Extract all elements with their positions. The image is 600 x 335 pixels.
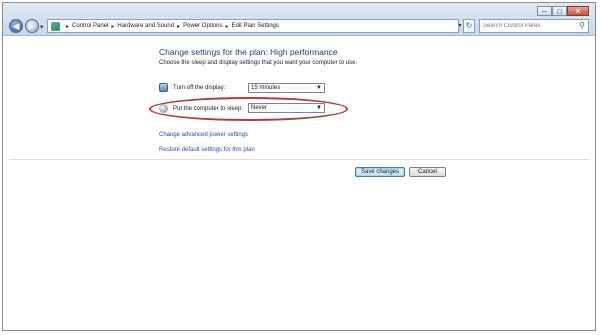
control-panel-icon <box>51 21 60 31</box>
maximize-button[interactable]: □ <box>552 6 567 16</box>
breadcrumb-edit-plan-settings[interactable]: Edit Plan Settings <box>232 23 279 29</box>
recent-pages-dropdown[interactable]: ▾ <box>40 23 44 31</box>
cancel-button[interactable]: Cancel <box>409 167 446 177</box>
breadcrumb-separator: ▸ <box>177 23 181 30</box>
breadcrumb-hardware-and-sound[interactable]: Hardware and Sound <box>117 23 174 29</box>
search-box[interactable]: ⚲ <box>479 19 589 33</box>
back-arrow-icon[interactable]: ◀ <box>9 19 23 33</box>
search-input[interactable] <box>483 21 573 31</box>
advanced-power-settings-link[interactable]: Change advanced power settings <box>159 132 248 138</box>
divider <box>9 159 589 160</box>
monitor-icon <box>159 83 168 92</box>
refresh-icon[interactable]: ↻ <box>463 19 475 33</box>
window-controls: – □ ✕ <box>537 6 589 16</box>
highlight-ellipse <box>149 97 348 121</box>
page-title: Change settings for the plan: High perfo… <box>159 47 338 57</box>
breadcrumb-separator: ▸ <box>66 23 70 30</box>
minimize-button[interactable]: – <box>537 6 552 16</box>
main-content: Change settings for the plan: High perfo… <box>3 36 595 330</box>
forward-arrow-icon[interactable]: ▶ <box>25 19 39 33</box>
chevron-down-icon: ▼ <box>316 85 322 91</box>
save-changes-button[interactable]: Save changes <box>355 167 405 177</box>
address-bar[interactable]: ▸ Control Panel ▸ Hardware and Sound ▸ P… <box>47 19 459 33</box>
display-setting-row: Turn off the display: <box>159 83 225 92</box>
page-subtitle: Choose the sleep and display settings th… <box>159 60 358 66</box>
breadcrumb-power-options[interactable]: Power Options <box>183 23 222 29</box>
breadcrumb-control-panel[interactable]: Control Panel <box>72 23 108 29</box>
close-button[interactable]: ✕ <box>567 6 589 16</box>
breadcrumb-separator: ▸ <box>225 23 229 30</box>
breadcrumb-separator: ▸ <box>111 23 115 30</box>
display-label: Turn off the display: <box>173 84 226 91</box>
restore-defaults-link[interactable]: Restore default settings for this plan <box>159 147 255 153</box>
window: – □ ✕ ◀ ▶ ▾ ▸ Control Panel ▸ Hardware a… <box>2 2 596 331</box>
title-bar: – □ ✕ ◀ ▶ ▾ ▸ Control Panel ▸ Hardware a… <box>3 3 595 36</box>
display-timeout-value: 15 minutes <box>251 85 281 91</box>
display-timeout-select[interactable]: 15 minutes ▼ <box>248 83 325 93</box>
magnifier-icon[interactable]: ⚲ <box>579 21 585 30</box>
